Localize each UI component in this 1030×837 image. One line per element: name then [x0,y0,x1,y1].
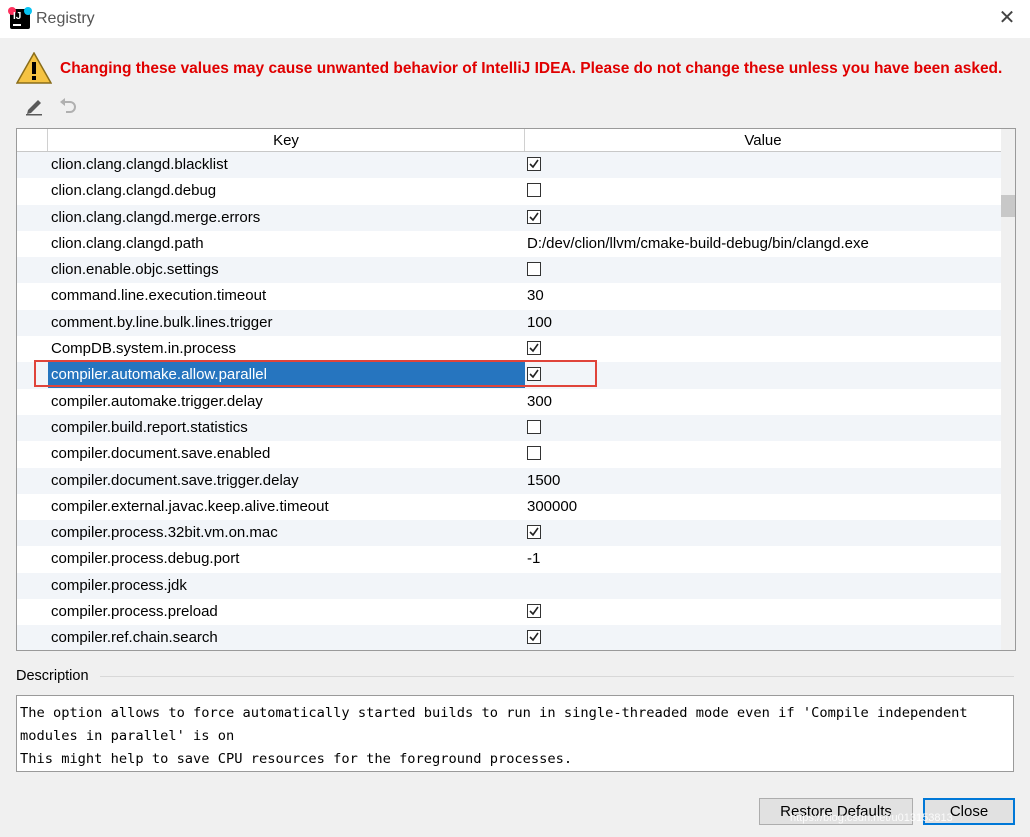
warning-message: Changing these values may cause unwanted… [60,60,1003,77]
value-checkbox[interactable] [527,446,541,461]
row-value[interactable]: 1500 [527,468,560,494]
row-key[interactable]: clion.clang.clangd.path [51,231,204,257]
table-row[interactable]: compiler.process.debug.port -1 [17,546,1001,572]
table-row[interactable]: comment.by.line.bulk.lines.trigger 100 [17,309,1001,337]
row-key[interactable]: command.line.execution.timeout [51,283,266,309]
row-value[interactable]: 300 [527,389,552,415]
row-key[interactable]: clion.enable.objc.settings [51,257,219,283]
vertical-scrollbar[interactable] [1001,129,1015,650]
row-key[interactable]: compiler.document.save.trigger.delay [51,468,299,494]
table-row[interactable]: compiler.automake.trigger.delay 300 [17,389,1001,415]
row-value[interactable]: 300000 [527,494,577,520]
row-key[interactable]: compiler.process.debug.port [51,546,239,572]
value-checkbox[interactable] [527,525,541,540]
row-key[interactable]: clion.clang.clangd.debug [51,178,216,204]
row-key[interactable]: compiler.process.preload [51,599,218,625]
warning-icon [15,51,53,89]
row-key[interactable]: comment.by.line.bulk.lines.trigger [51,310,272,336]
row-key[interactable]: clion.clang.clangd.blacklist [51,152,228,178]
row-value[interactable]: -1 [527,546,540,572]
table-row[interactable]: clion.clang.clangd.blacklist [17,152,1001,179]
value-checkbox[interactable] [527,209,541,224]
table-row[interactable]: compiler.ref.chain.search [17,625,1001,650]
intellij-app-icon: IJ [8,7,32,29]
value-checkbox[interactable] [527,341,541,356]
value-checkbox[interactable] [527,630,541,645]
description-separator [100,676,1014,677]
table-row[interactable]: compiler.document.save.enabled [17,441,1001,467]
value-checkbox[interactable] [527,183,541,198]
row-key[interactable]: compiler.process.32bit.vm.on.mac [51,520,278,546]
table-row[interactable]: compiler.external.javac.keep.alive.timeo… [17,494,1001,520]
row-key[interactable]: compiler.external.javac.keep.alive.timeo… [51,494,329,520]
edit-icon[interactable] [24,96,46,116]
row-key[interactable]: clion.clang.clangd.merge.errors [51,205,260,231]
row-key[interactable]: compiler.document.save.enabled [51,441,270,467]
value-checkbox[interactable] [527,604,541,619]
value-checkbox[interactable] [527,419,541,434]
row-value[interactable]: 30 [527,283,544,309]
table-row[interactable]: clion.clang.clangd.merge.errors [17,204,1001,231]
row-value[interactable]: 100 [527,310,552,336]
value-checkbox[interactable] [527,262,541,277]
table-row[interactable]: clion.clang.clangd.debug [17,178,1001,204]
table-row[interactable]: compiler.build.report.statistics [17,414,1001,442]
revert-icon[interactable] [57,96,79,116]
value-checkbox[interactable] [527,367,541,382]
close-button[interactable]: Close [923,798,1015,825]
description-text: The option allows to force automatically… [16,695,1014,772]
row-value[interactable]: D:/dev/clion/llvm/cmake-build-debug/bin/… [527,231,869,257]
row-key[interactable]: compiler.automake.trigger.delay [51,389,263,415]
title-bar: IJ Registry ✕ [0,0,1030,38]
header-gutter [17,129,48,151]
table-row[interactable]: compiler.process.32bit.vm.on.mac [17,520,1001,547]
table-row[interactable]: compiler.document.save.trigger.delay 1500 [17,467,1001,494]
row-key[interactable]: compiler.process.jdk [51,573,187,599]
row-key[interactable]: compiler.automake.allow.parallel [51,362,267,388]
table-header: Key Value [17,129,1001,152]
table-row[interactable]: compiler.process.jdk [17,572,1001,600]
description-label: Description [16,668,89,684]
row-key[interactable]: CompDB.system.in.process [51,336,236,362]
close-window-icon[interactable]: ✕ [998,8,1016,28]
table-row[interactable]: CompDB.system.in.process [17,336,1001,362]
table-row[interactable]: compiler.automake.allow.parallel [17,362,1001,389]
table-row[interactable]: compiler.process.preload [17,599,1001,625]
registry-table[interactable]: Key Value clion.clang.clangd.blacklist cl… [16,128,1016,651]
table-row[interactable]: command.line.execution.timeout 30 [17,283,1001,309]
header-value[interactable]: Value [525,129,1001,151]
value-checkbox[interactable] [527,157,541,171]
row-key[interactable]: compiler.ref.chain.search [51,625,218,650]
table-row[interactable]: clion.clang.clangd.path D:/dev/clion/llvm… [17,231,1001,257]
table-row[interactable]: clion.enable.objc.settings [17,257,1001,284]
header-key[interactable]: Key [48,129,525,151]
window-title: Registry [36,10,95,27]
table-body: clion.clang.clangd.blacklist clion.clang.… [17,152,1001,650]
row-key[interactable]: compiler.build.report.statistics [51,415,248,441]
restore-defaults-button[interactable]: Restore Defaults [759,798,913,825]
scrollbar-thumb[interactable] [1001,195,1015,217]
